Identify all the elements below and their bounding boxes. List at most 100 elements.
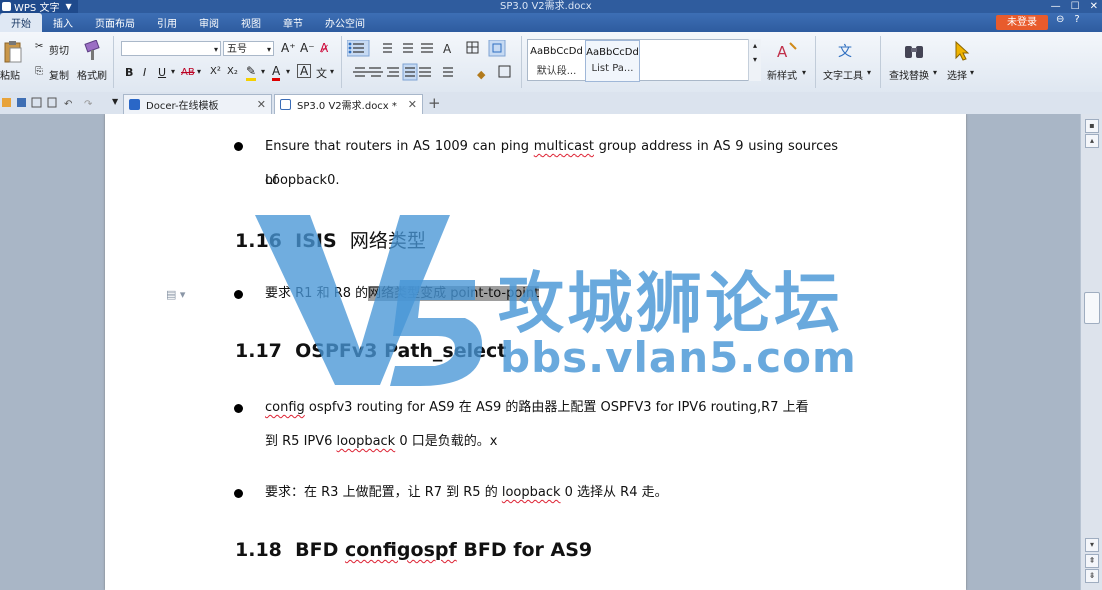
paste-icon[interactable] [3,40,23,64]
text-tools-button[interactable]: 文字工具 [823,67,863,82]
chevron-down-icon[interactable]: ▾ [867,68,871,77]
menu-tab-page-layout[interactable]: 页面布局 [84,13,146,32]
previous-page-button[interactable]: ⇞ [1085,554,1099,568]
login-button[interactable]: 未登录 [996,15,1048,30]
close-icon[interactable]: ✕ [408,98,417,111]
scroll-up-button[interactable]: ▴ [1085,134,1099,148]
menu-tab-references[interactable]: 引用 [146,13,188,32]
menu-tab-sections[interactable]: 章节 [272,13,314,32]
superscript-button[interactable]: X² [210,66,221,77]
char-border-button[interactable]: A [297,64,312,78]
select-button[interactable]: 选择 [947,67,967,82]
copy-icon[interactable]: ⎘ [35,66,43,77]
subscript-button[interactable]: X₂ [227,66,238,77]
shrink-font-button[interactable]: A⁻ [300,41,315,55]
underline-button[interactable]: U [158,66,166,79]
style-default[interactable]: AaBbCcDd 默认段... [530,40,583,80]
chevron-down-icon[interactable]: ▾ [267,42,271,57]
menu-tab-office-space[interactable]: 办公空间 [314,13,376,32]
maximize-button[interactable]: ☐ [1071,0,1080,13]
text-run: ospfv3 routing for AS9 在 AS9 的路由器上配置 OSP… [304,400,809,415]
find-replace-button[interactable]: 查找替换 [889,67,929,82]
bold-button[interactable]: B [125,66,133,79]
grow-font-button[interactable]: A⁺ [281,41,296,55]
pinyin-button[interactable]: 文 [316,65,327,81]
tab-current-document[interactable]: SP3.0 V2需求.docx * ✕ [274,94,423,114]
font-size-combo[interactable]: 五号 ▾ [223,41,274,56]
chevron-down-icon[interactable]: ▾ [330,67,334,76]
copy-button[interactable]: 复制 [49,67,69,82]
font-color-button[interactable]: A [272,64,281,81]
text-run: 0 口是负载的。x [395,434,498,449]
vertical-scrollbar[interactable]: ▪ ▴ ▾ ⇞ ⇟ [1080,114,1102,590]
close-button[interactable]: ✕ [1090,0,1098,13]
scroll-down-button[interactable]: ▾ [1085,538,1099,552]
new-tab-button[interactable]: + [428,94,441,112]
paragraph-tools: A ◆ [347,40,511,81]
chevron-down-icon[interactable]: ▾ [261,67,265,76]
heading-text: 网络类型 [349,230,426,252]
bullet [234,489,243,498]
svg-text:A: A [443,42,452,56]
chevron-down-icon[interactable]: ▾ [171,67,175,76]
heading-1-16[interactable]: 1.16 ISIS 网络类型 [235,226,426,253]
style-list-paragraph[interactable]: AaBbCcDd List Pa... [585,40,640,82]
minimize-button[interactable]: — [1051,0,1061,13]
window-title: SP3.0 V2需求.docx [500,1,592,12]
italic-button[interactable]: I [143,66,146,79]
format-painter-button[interactable]: 格式刷 [77,67,107,82]
skin-icon[interactable]: ⊖ [1056,14,1064,25]
text-tools-icon[interactable]: 文 [836,40,858,62]
chevron-down-icon[interactable]: ▾ [933,68,937,77]
cut-button[interactable]: 剪切 [49,42,69,57]
bullet [234,142,243,151]
menu-tab-insert[interactable]: 插入 [42,13,84,32]
spellcheck-word: multicast [533,139,594,154]
style-gallery-scroll[interactable]: ▴ ▾ [748,39,761,81]
clear-format-button[interactable]: A̷ [320,41,328,55]
new-style-button[interactable]: 新样式 [767,67,797,82]
chevron-down-icon[interactable]: ▾ [197,67,201,76]
paragraph-isis-requirement[interactable]: 要求 R1 和 R8 的网络类型变成 point-to-point [265,277,838,311]
spellcheck-word: configospf [344,539,457,561]
close-icon[interactable]: ✕ [257,98,266,111]
paragraph-multicast-line1[interactable]: Ensure that routers in AS 1009 can ping … [265,130,838,188]
heading-number: 1.16 [235,230,282,252]
heading-1-17[interactable]: 1.17 OSPFv3 Path_select [235,340,506,362]
chevron-down-icon[interactable]: ▾ [214,42,218,57]
new-style-icon[interactable]: A [776,41,798,61]
heading-text: BFD [295,539,345,561]
cursor-icon[interactable] [952,40,972,62]
chevron-down-icon: ▼ [65,2,72,11]
svg-text:文: 文 [838,44,852,60]
paste-button[interactable]: 粘贴 [0,67,20,82]
tab-docer-templates[interactable]: Docer-在线模板 ✕ [123,94,272,114]
menu-tab-home[interactable]: 开始 [0,13,42,32]
style-sample: AaBbCcDd [586,47,639,58]
chevron-down-icon[interactable]: ▾ [970,68,974,77]
app-menu-button[interactable]: WPS 文字 ▼ [0,0,78,14]
chevron-down-icon[interactable]: ▾ [286,67,290,76]
menu-tab-review[interactable]: 审阅 [188,13,230,32]
paragraph-ospfv3-line1[interactable]: config ospfv3 routing for AS9 在 AS9 的路由器… [265,391,838,425]
scrollbar-thumb[interactable] [1084,292,1100,324]
paragraph-ospfv3-line2[interactable]: 到 R5 IPV6 loopback 0 口是负载的。x [265,425,838,459]
chevron-down-icon[interactable]: ▼ [112,97,118,106]
chevron-down-icon[interactable]: ▾ [802,68,806,77]
font-name-combo[interactable]: ▾ [121,41,221,56]
strikethrough-button[interactable]: AB [181,67,195,78]
highlight-icon[interactable]: ✎ [246,64,257,81]
next-page-button[interactable]: ⇟ [1085,569,1099,583]
heading-1-18[interactable]: 1.18 BFD configospf BFD for AS9 [235,539,592,561]
scissors-icon[interactable]: ✂ [35,41,43,52]
scroll-top-button[interactable]: ▪ [1085,119,1099,133]
spellcheck-word: loopback [336,434,396,449]
help-icon[interactable]: ? [1074,14,1079,25]
format-painter-icon[interactable] [83,40,103,62]
paragraph-marker-icon[interactable]: ▤ ▾ [166,288,185,301]
quick-access-toolbar[interactable]: ↶ ↷ [2,97,112,109]
binoculars-icon[interactable] [903,40,925,62]
paragraph-r3-requirement[interactable]: 要求：在 R3 上做配置，让 R7 到 R5 的 loopback 0 选择从 … [265,476,838,510]
paragraph-multicast-line2[interactable]: Loopback0. [265,164,838,198]
menu-tab-view[interactable]: 视图 [230,13,272,32]
